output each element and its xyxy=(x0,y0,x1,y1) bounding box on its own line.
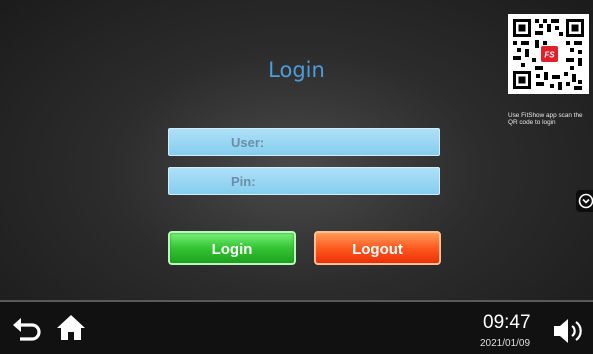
back-button[interactable] xyxy=(11,312,45,342)
login-screen: Login FS Use FitShow app scan the QR cod… xyxy=(0,0,593,354)
qr-badge-text: FS xyxy=(544,51,555,60)
page-title: Login xyxy=(268,58,325,82)
user-field[interactable]: User: xyxy=(168,128,440,156)
qr-caption: Use FitShow app scan the QR code to logi… xyxy=(508,112,583,126)
logout-button[interactable]: Logout xyxy=(314,231,441,265)
pin-field[interactable]: Pin: xyxy=(168,167,440,195)
clock-time: 09:47 xyxy=(483,312,531,333)
pin-field-placeholder: Pin: xyxy=(231,174,256,189)
login-button[interactable]: Login xyxy=(168,231,296,265)
qr-code-icon: FS xyxy=(508,14,589,94)
clock-date: 2021/01/09 xyxy=(480,338,531,349)
volume-button[interactable] xyxy=(552,316,586,346)
volume-icon xyxy=(554,319,582,343)
user-field-placeholder: User: xyxy=(231,135,265,150)
qr-code: FS xyxy=(508,14,589,94)
side-panel-toggle[interactable] xyxy=(576,190,593,212)
home-icon xyxy=(57,315,85,340)
back-arrow-icon xyxy=(13,318,41,341)
home-button[interactable] xyxy=(55,312,89,342)
chevron-down-icon xyxy=(578,193,593,209)
